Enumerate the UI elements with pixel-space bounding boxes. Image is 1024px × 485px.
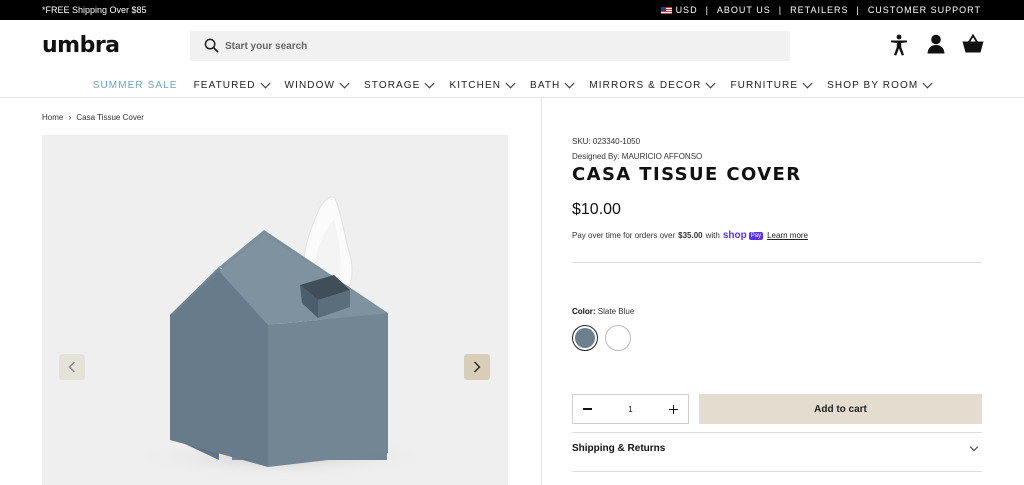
free-shipping-promo: *FREE Shipping Over $85 xyxy=(42,5,147,15)
swatch-white[interactable] xyxy=(605,325,631,351)
nav-label: KITCHEN xyxy=(449,79,502,91)
quantity-value[interactable]: 1 xyxy=(628,405,632,414)
pay-text: Pay over time for orders over xyxy=(572,231,676,240)
chevron-down-icon xyxy=(705,78,716,88)
chevron-down-icon xyxy=(505,78,516,88)
divider xyxy=(541,98,542,485)
nav-item-window[interactable]: WINDOW xyxy=(284,77,350,93)
chevron-down-icon[interactable] xyxy=(969,442,979,452)
chevron-down-icon xyxy=(564,78,575,88)
search-icon[interactable] xyxy=(204,38,219,58)
shop-pay-installments: Pay over time for orders over $35.00 wit… xyxy=(572,230,808,241)
color-label-value: Slate Blue xyxy=(597,307,635,316)
umbra-logo[interactable]: umbra xyxy=(42,33,120,58)
announcement-bar: *FREE Shipping Over $85 USD | ABOUT US |… xyxy=(0,0,1024,20)
chevron-down-icon xyxy=(425,78,435,88)
product-title: CASA TISSUE COVER xyxy=(572,164,802,185)
chevron-down-icon xyxy=(802,78,813,88)
chevron-down-icon xyxy=(260,78,270,88)
nav-label: SHOP BY ROOM xyxy=(827,79,919,91)
swatch-slate-blue[interactable] xyxy=(572,325,598,351)
us-flag-icon xyxy=(660,7,672,14)
nav-item-shop-by-room[interactable]: SHOP BY ROOM xyxy=(827,77,933,93)
add-to-cart-button[interactable]: Add to cart xyxy=(699,394,982,424)
divider xyxy=(572,432,982,433)
nav-label: WINDOW xyxy=(284,79,336,91)
nav-item-mirrors-decor[interactable]: MIRRORS & DECOR xyxy=(589,77,716,93)
nav-item-bath[interactable]: BATH xyxy=(530,77,575,93)
nav-item-featured[interactable]: FEATURED xyxy=(193,77,270,93)
breadcrumb: Home › Casa Tissue Cover xyxy=(42,112,144,122)
nav-label: FURNITURE xyxy=(730,79,799,91)
retailers-link[interactable]: RETAILERS xyxy=(790,5,848,15)
currency-selector[interactable]: USD xyxy=(660,5,698,15)
utility-links: USD | ABOUT US | RETAILERS | CUSTOMER SU… xyxy=(660,5,981,15)
nav-label: MIRRORS & DECOR xyxy=(589,79,702,91)
shipping-returns-toggle[interactable]: Shipping & Returns xyxy=(572,443,665,454)
nav-label: SUMMER SALE xyxy=(92,79,178,91)
color-label-key: Color: xyxy=(572,307,596,316)
chevron-right-icon: › xyxy=(68,112,72,122)
divider xyxy=(0,97,1024,98)
search-input[interactable] xyxy=(225,38,765,54)
product-image-gallery xyxy=(42,135,508,485)
nav-item-furniture[interactable]: FURNITURE xyxy=(730,77,813,93)
learn-more-link[interactable]: Learn more xyxy=(767,231,808,240)
next-image-button[interactable] xyxy=(464,354,490,380)
chevron-right-icon xyxy=(473,361,481,373)
swatch-fill xyxy=(575,328,595,348)
shop-pay-logo: shop xyxy=(722,230,747,241)
chevron-down-icon xyxy=(922,78,933,88)
product-price: $10.00 xyxy=(572,201,621,218)
nav-item-kitchen[interactable]: KITCHEN xyxy=(449,77,516,93)
nav-item-storage[interactable]: STORAGE xyxy=(364,77,435,93)
quantity-stepper: 1 xyxy=(572,394,689,424)
shop-pay-badge: Pay xyxy=(748,231,764,240)
separator: | xyxy=(705,5,709,15)
currency-label: USD xyxy=(675,5,698,15)
customer-support-link[interactable]: CUSTOMER SUPPORT xyxy=(868,5,981,15)
separator: | xyxy=(778,5,783,15)
breadcrumb-current: Casa Tissue Cover xyxy=(76,112,144,122)
pay-threshold: $35.00 xyxy=(678,231,703,240)
account-icon[interactable] xyxy=(927,34,945,59)
decrease-quantity-button[interactable] xyxy=(583,408,592,410)
divider xyxy=(572,471,982,472)
nav-label: BATH xyxy=(530,79,561,91)
increase-quantity-button[interactable] xyxy=(668,404,678,414)
color-label: Color: Slate Blue xyxy=(572,307,634,316)
separator: | xyxy=(856,5,860,15)
pay-with: with xyxy=(705,231,720,240)
product-image xyxy=(132,196,432,479)
product-designer: Designed By: MAURICIO AFFONSO xyxy=(572,152,703,161)
search-bar[interactable] xyxy=(190,31,790,61)
product-sku: SKU: 023340-1050 xyxy=(572,137,641,146)
chevron-down-icon xyxy=(339,78,350,88)
main-navigation: SUMMER SALE FEATURED WINDOW STORAGE KITC… xyxy=(0,77,1024,93)
accessibility-icon[interactable] xyxy=(889,34,909,61)
nav-label: STORAGE xyxy=(364,79,421,91)
breadcrumb-home[interactable]: Home xyxy=(42,113,63,122)
chevron-left-icon xyxy=(68,361,76,373)
nav-item-summer-sale[interactable]: SUMMER SALE xyxy=(93,77,178,93)
cart-icon[interactable] xyxy=(962,33,984,59)
about-us-link[interactable]: ABOUT US xyxy=(717,5,771,15)
divider xyxy=(572,262,982,263)
previous-image-button[interactable] xyxy=(59,354,85,380)
nav-label: FEATURED xyxy=(193,79,256,91)
